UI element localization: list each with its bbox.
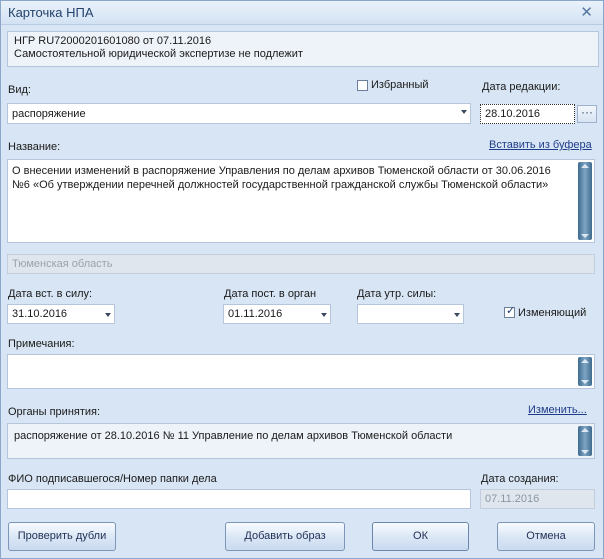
signer-input[interactable] [7,489,471,509]
npa-card-window: Карточка НПА ✕ НГР RU72000201601080 от 0… [0,0,604,559]
date-expired-input[interactable] [357,304,464,324]
region-value: Тюменская область [12,258,113,270]
expertise-status: Самостоятельной юридической экспертизе н… [14,48,303,60]
name-text-line2: №6 «Об утверждении перечней должностей г… [12,179,549,191]
notes-scrollbar[interactable] [578,357,592,386]
vid-select[interactable]: распоряжение [7,103,471,124]
change-organs-link[interactable]: Изменить... [528,404,587,416]
scroll-down-icon[interactable] [581,380,589,384]
chevron-down-icon[interactable] [105,313,111,317]
edit-date-label: Дата редакции: [482,81,561,93]
notes-label: Примечания: [8,338,75,350]
scroll-down-icon[interactable] [581,450,589,454]
date-received-input[interactable]: 01.11.2016 [223,304,331,324]
edit-date-value: 28.10.2016 [485,108,541,120]
chevron-down-icon[interactable] [454,313,460,317]
cancel-button[interactable]: Отмена [497,522,595,551]
name-scrollbar[interactable] [578,162,592,240]
date-effective-value: 31.10.2016 [12,308,68,320]
edit-date-picker-button[interactable]: ··· [577,105,597,123]
date-effective-label: Дата вст. в силу: [8,288,93,300]
check-icon: ✓ [506,305,516,317]
organs-value: распоряжение от 28.10.2016 № 11 Управлен… [14,430,453,442]
date-effective-input[interactable]: 31.10.2016 [7,304,115,324]
name-text: О внесении изменений в распоряжение Упра… [12,164,551,192]
created-date-label: Дата создания: [481,473,559,485]
modifying-checkbox[interactable]: ✓ [504,305,516,318]
organs-scrollbar[interactable] [578,426,592,456]
vid-label: Вид: [8,84,31,96]
name-textarea[interactable]: О внесении изменений в распоряжение Упра… [7,159,595,243]
favorite-checkbox[interactable] [357,80,368,91]
vid-value: распоряжение [12,108,86,120]
date-received-value: 01.11.2016 [228,308,283,320]
chevron-down-icon[interactable] [461,110,467,114]
scroll-down-icon[interactable] [581,234,589,238]
add-image-button[interactable]: Добавить образ [225,522,345,551]
date-received-label: Дата пост. в орган [224,288,317,300]
registration-info: НГР RU72000201601080 от 07.11.2016 Самос… [7,31,599,67]
region-field: Тюменская область [7,254,595,274]
registration-number: НГР RU72000201601080 от 07.11.2016 [14,35,212,47]
close-icon[interactable]: ✕ [580,3,593,21]
check-duplicates-button[interactable]: Проверить дубли [8,522,116,551]
title-bar: Карточка НПА ✕ [1,1,603,25]
name-label: Название: [8,141,61,153]
organs-label: Органы принятия: [8,406,101,418]
scroll-up-icon[interactable] [581,359,589,363]
modifying-label: Изменяющий [518,307,587,319]
created-date-value: 07.11.2016 [485,493,540,505]
name-text-line1: О внесении изменений в распоряжение Упра… [12,165,551,177]
created-date-field: 07.11.2016 [480,489,595,509]
chevron-down-icon[interactable] [321,313,327,317]
signer-label: ФИО подписавшегося/Номер папки дела [8,473,217,485]
edit-date-input[interactable]: 28.10.2016 [480,104,575,124]
window-title: Карточка НПА [8,5,94,20]
favorite-label: Избранный [371,79,429,91]
ok-button[interactable]: ОК [372,522,469,551]
notes-textarea[interactable] [7,354,595,389]
scroll-up-icon[interactable] [581,164,589,168]
paste-from-clipboard-link[interactable]: Вставить из буфера [489,139,592,151]
organs-list[interactable]: распоряжение от 28.10.2016 № 11 Управлен… [7,423,595,459]
date-expired-label: Дата утр. силы: [357,288,437,300]
scroll-up-icon[interactable] [581,428,589,432]
